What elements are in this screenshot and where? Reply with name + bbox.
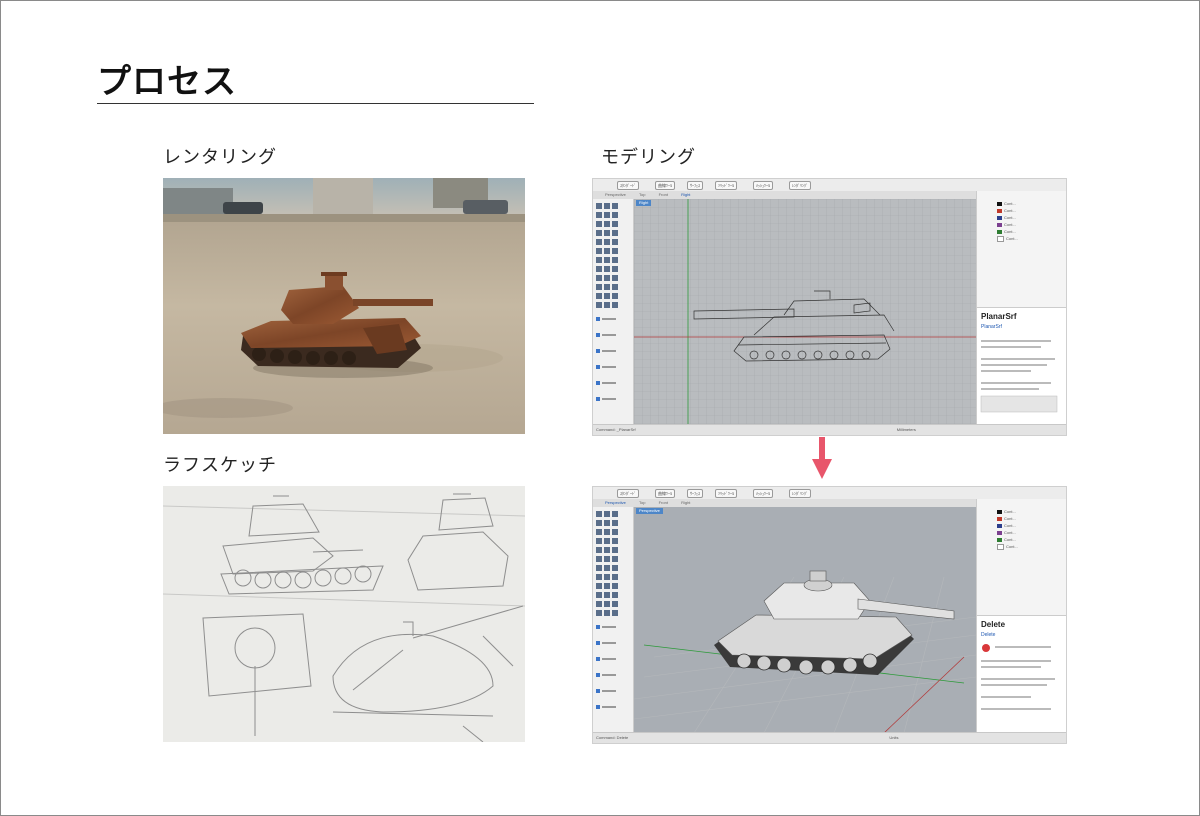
section-label-rendering: レンタリング (163, 147, 277, 168)
section-label-rough-sketch: ラフスケッチ (163, 455, 277, 476)
layer-row[interactable]: Cont... (997, 523, 1016, 528)
title-underline (97, 103, 534, 104)
toolbar-tab[interactable]: 曲線ﾂｰﾙ (655, 489, 675, 498)
viewport-perspective[interactable]: Perspective (634, 507, 976, 733)
status-bar: Command: _PlanarSrf Millimeters (593, 424, 1066, 435)
help-command-link[interactable]: PlanarSrf (981, 324, 1002, 330)
layer-row[interactable]: Cont... (997, 229, 1016, 234)
tool-palette (593, 507, 634, 733)
down-arrow-icon (812, 437, 832, 483)
layer-row[interactable]: Cont... (997, 201, 1016, 206)
viewport-tab-right[interactable]: Right (681, 500, 690, 505)
help-panel: PlanarSrf PlanarSrf (977, 307, 1066, 426)
command-line[interactable]: Command: Delete (596, 735, 628, 740)
toolbar-tab[interactable]: ｽﾀﾝﾀﾞｰﾄﾞ (617, 489, 639, 498)
viewport-tab-top[interactable]: Top (639, 192, 645, 197)
toolbar-tab[interactable]: ｻｰﾌｪｽ (687, 489, 703, 498)
toolbar-tab[interactable]: ｿﾘｯﾄﾞﾂｰﾙ (715, 489, 737, 498)
section-label-modeling: モデリング (601, 147, 696, 168)
help-command-link[interactable]: Delete (981, 632, 995, 638)
layer-row[interactable]: Cont... (997, 530, 1016, 535)
rendering-image (163, 178, 525, 434)
toolbar-tab[interactable]: 曲線ﾂｰﾙ (655, 181, 675, 190)
layer-row[interactable]: Cont... (997, 544, 1018, 550)
viewport-tab-perspective[interactable]: Perspective (605, 192, 626, 197)
toolbar-tab[interactable]: ｻｰﾌｪｽ (687, 181, 703, 190)
viewport-label: Right (636, 200, 652, 206)
tool-palette (593, 199, 634, 425)
viewport-right[interactable]: Right (634, 199, 976, 425)
help-title: Delete (981, 620, 1006, 629)
viewport-tab-front[interactable]: Front (659, 192, 668, 197)
viewport-tab-perspective[interactable]: Perspective (605, 500, 626, 505)
viewport-tab-right[interactable]: Right (681, 192, 690, 197)
layer-row[interactable]: Cont... (997, 215, 1016, 220)
units-readout: Units (889, 735, 899, 740)
help-title: PlanarSrf (981, 312, 1017, 321)
rhino-window-right-view: ｽﾀﾝﾀﾞｰﾄﾞ 曲線ﾂｰﾙ ｻｰﾌｪｽ ｿﾘｯﾄﾞﾂｰﾙ ﾒｯｼｭﾂｰﾙ ﾚﾝ… (592, 178, 1067, 436)
toolbar-tab[interactable]: ﾒｯｼｭﾂｰﾙ (753, 181, 773, 190)
command-line[interactable]: Command: _PlanarSrf (596, 427, 636, 432)
help-panel: Delete Delete (977, 615, 1066, 734)
page-title: プロセス (97, 62, 237, 102)
toolbar-tab[interactable]: ﾚﾝﾀﾞﾘﾝｸﾞ (789, 489, 811, 498)
toolbar-tab[interactable]: ﾚﾝﾀﾞﾘﾝｸﾞ (789, 181, 811, 190)
toolbar-tab[interactable]: ｿﾘｯﾄﾞﾂｰﾙ (715, 181, 737, 190)
status-bar: Command: Delete Units (593, 732, 1066, 743)
viewport-label: Perspective (636, 508, 663, 514)
layer-row[interactable]: Cont... (997, 537, 1016, 542)
layer-row[interactable]: Cont... (997, 516, 1016, 521)
viewport-tab-top[interactable]: Top (639, 500, 645, 505)
viewport-tab-front[interactable]: Front (659, 500, 668, 505)
toolbar-tab[interactable]: ﾒｯｼｭﾂｰﾙ (753, 489, 773, 498)
rhino-window-perspective-view: ｽﾀﾝﾀﾞｰﾄﾞ 曲線ﾂｰﾙ ｻｰﾌｪｽ ｿﾘｯﾄﾞﾂｰﾙ ﾒｯｼｭﾂｰﾙ ﾚﾝ… (592, 486, 1067, 744)
layer-row[interactable]: Cont... (997, 208, 1016, 213)
layer-row[interactable]: Cont... (997, 236, 1018, 242)
units-readout: Millimeters (896, 427, 916, 432)
rough-sketch-image (163, 486, 525, 742)
layer-row[interactable]: Cont... (997, 509, 1016, 514)
toolbar-tab[interactable]: ｽﾀﾝﾀﾞｰﾄﾞ (617, 181, 639, 190)
layer-row[interactable]: Cont... (997, 222, 1016, 227)
